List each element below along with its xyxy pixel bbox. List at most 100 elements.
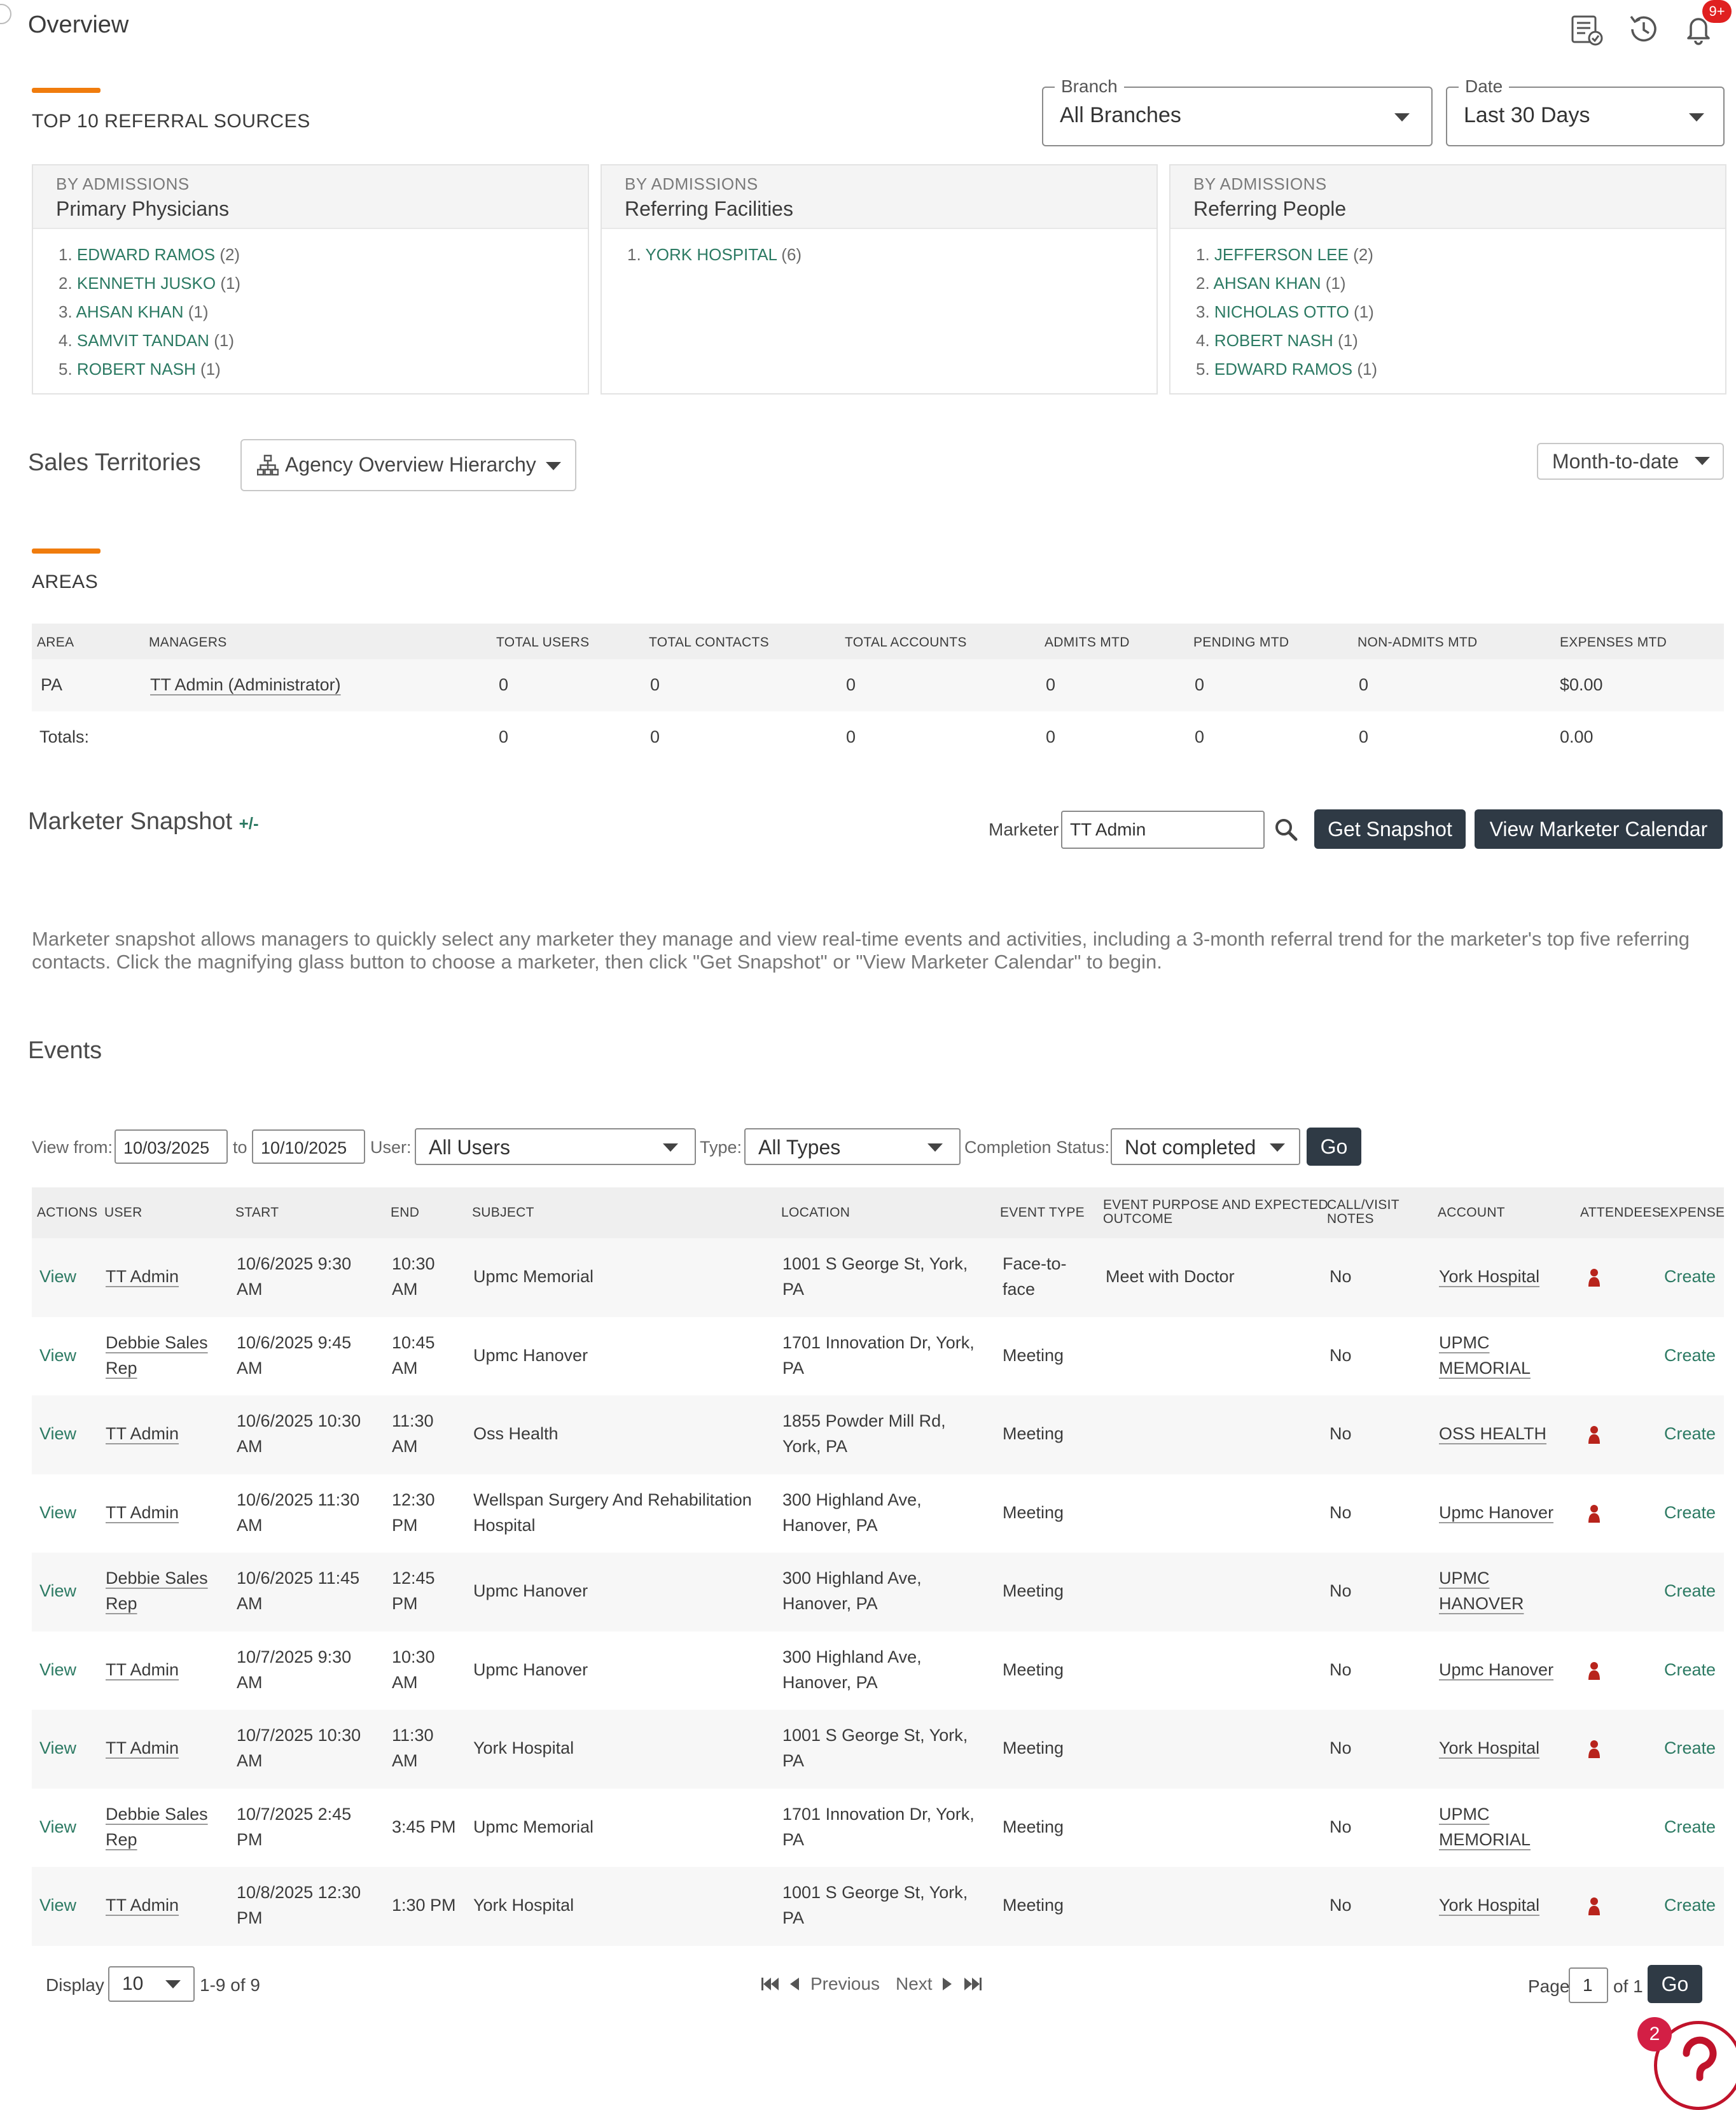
area-link[interactable]: PA xyxy=(41,672,62,697)
account-link[interactable]: UPMC HANOVER xyxy=(1439,1565,1524,1616)
date-select[interactable]: Date Last 30 Days xyxy=(1446,76,1725,146)
account-link-line[interactable]: York Hospital xyxy=(1439,1735,1539,1761)
create-expense-link-line[interactable]: Create xyxy=(1664,1735,1716,1761)
view-link-line[interactable]: View xyxy=(39,1421,76,1446)
attendee-icon[interactable] xyxy=(1588,1268,1601,1287)
account-link-line[interactable]: York Hospital xyxy=(1439,1264,1539,1289)
attendee-icon[interactable] xyxy=(1588,1504,1601,1523)
hierarchy-dropdown[interactable]: Agency Overview Hierarchy xyxy=(240,439,576,491)
referral-link[interactable]: SAMVIT TANDAN xyxy=(77,331,209,350)
account-link-line[interactable]: MEMORIAL xyxy=(1439,1355,1531,1381)
page-go-button[interactable]: Go xyxy=(1648,1965,1702,2003)
view-link-line[interactable]: View xyxy=(39,1264,76,1289)
view-link[interactable]: View xyxy=(39,1264,76,1289)
referral-link[interactable]: AHSAN KHAN xyxy=(76,302,183,321)
get-snapshot-button[interactable]: Get Snapshot xyxy=(1314,809,1466,849)
period-dropdown[interactable]: Month-to-date xyxy=(1537,443,1724,480)
user-link[interactable]: Debbie Sales Rep xyxy=(106,1330,208,1381)
create-expense-link[interactable]: Create xyxy=(1664,1500,1716,1525)
attendee-icon[interactable] xyxy=(1588,1897,1601,1916)
referral-link[interactable]: AHSAN KHAN xyxy=(1213,274,1321,293)
create-expense-link-line[interactable]: Create xyxy=(1664,1814,1716,1840)
next-link[interactable]: Next xyxy=(896,1974,933,1994)
user-link[interactable]: Debbie Sales Rep xyxy=(106,1565,208,1616)
user-link-line[interactable]: TT Admin xyxy=(106,1892,179,1918)
manager-link[interactable]: TT Admin (Administrator) xyxy=(150,672,341,697)
view-link[interactable]: View xyxy=(39,1657,76,1682)
view-link-line[interactable]: View xyxy=(39,1735,76,1761)
view-link[interactable]: View xyxy=(39,1343,76,1368)
last-page-icon[interactable] xyxy=(962,1976,982,1992)
referral-link[interactable]: EDWARD RAMOS xyxy=(1214,360,1352,379)
task-checklist-icon[interactable] xyxy=(1567,10,1606,48)
user-link-line[interactable]: Debbie Sales xyxy=(106,1801,208,1827)
search-icon[interactable] xyxy=(1274,817,1299,842)
create-expense-link[interactable]: Create xyxy=(1664,1735,1716,1761)
create-expense-link[interactable]: Create xyxy=(1664,1343,1716,1368)
first-page-icon[interactable] xyxy=(761,1976,781,1992)
page-input[interactable]: 1 xyxy=(1569,1967,1608,2003)
account-link[interactable]: York Hospital xyxy=(1439,1735,1539,1761)
create-expense-link-line[interactable]: Create xyxy=(1664,1264,1716,1289)
marketer-input[interactable]: TT Admin xyxy=(1061,811,1265,849)
view-link-line[interactable]: View xyxy=(39,1657,76,1682)
attendee-icon[interactable] xyxy=(1588,1740,1601,1759)
referral-link[interactable]: ROBERT NASH xyxy=(77,360,196,379)
account-link[interactable]: York Hospital xyxy=(1439,1264,1539,1289)
previous-page-icon[interactable] xyxy=(788,1976,800,1992)
user-link[interactable]: TT Admin xyxy=(106,1264,179,1289)
create-expense-link[interactable]: Create xyxy=(1664,1657,1716,1682)
referral-link[interactable]: ROBERT NASH xyxy=(1214,331,1333,350)
referral-link[interactable]: YORK HOSPITAL xyxy=(645,245,777,264)
create-expense-link[interactable]: Create xyxy=(1664,1892,1716,1918)
user-link[interactable]: TT Admin xyxy=(106,1892,179,1918)
attendee-icon[interactable] xyxy=(1588,1425,1601,1444)
account-link-line[interactable]: Upmc Hanover xyxy=(1439,1657,1553,1682)
create-expense-link-line[interactable]: Create xyxy=(1664,1892,1716,1918)
account-link-line[interactable]: UPMC xyxy=(1439,1801,1531,1827)
type-select[interactable]: All Types xyxy=(744,1128,961,1165)
user-link[interactable]: TT Admin xyxy=(106,1421,179,1446)
user-link-line[interactable]: TT Admin xyxy=(106,1264,179,1289)
user-link[interactable]: TT Admin xyxy=(106,1657,179,1682)
previous-link[interactable]: Previous xyxy=(810,1974,880,1994)
user-select[interactable]: All Users xyxy=(415,1128,696,1165)
attendee-icon[interactable] xyxy=(1588,1661,1601,1680)
page-size-select[interactable]: 10 xyxy=(108,1966,195,2002)
user-link-line[interactable]: Rep xyxy=(106,1591,208,1616)
account-link-line[interactable]: York Hospital xyxy=(1439,1892,1539,1918)
referral-link[interactable]: EDWARD RAMOS xyxy=(77,245,215,264)
next-page-icon[interactable] xyxy=(941,1976,954,1992)
create-expense-link-line[interactable]: Create xyxy=(1664,1421,1716,1446)
user-link-line[interactable]: Debbie Sales xyxy=(106,1565,208,1591)
create-expense-link[interactable]: Create xyxy=(1664,1421,1716,1446)
create-expense-link-line[interactable]: Create xyxy=(1664,1343,1716,1368)
create-expense-link[interactable]: Create xyxy=(1664,1264,1716,1289)
view-link[interactable]: View xyxy=(39,1735,76,1761)
view-link[interactable]: View xyxy=(39,1421,76,1446)
user-link-line[interactable]: TT Admin xyxy=(106,1421,179,1446)
back-indicator[interactable] xyxy=(0,4,11,24)
to-date-input[interactable]: 10/10/2025 xyxy=(252,1129,365,1164)
branch-select[interactable]: Branch All Branches xyxy=(1042,76,1433,146)
user-link-line[interactable]: Rep xyxy=(106,1827,208,1852)
account-link[interactable]: OSS HEALTH xyxy=(1439,1421,1546,1446)
account-link-line[interactable]: UPMC xyxy=(1439,1330,1531,1355)
view-link-line[interactable]: View xyxy=(39,1578,76,1603)
referral-link[interactable]: JEFFERSON LEE xyxy=(1214,245,1349,264)
create-expense-link-line[interactable]: Create xyxy=(1664,1500,1716,1525)
account-link-line[interactable]: Upmc Hanover xyxy=(1439,1500,1553,1525)
view-link[interactable]: View xyxy=(39,1578,76,1603)
view-link[interactable]: View xyxy=(39,1814,76,1840)
user-link[interactable]: TT Admin xyxy=(106,1735,179,1761)
view-link[interactable]: View xyxy=(39,1892,76,1918)
account-link-line[interactable]: MEMORIAL xyxy=(1439,1827,1531,1852)
user-link-line[interactable]: Rep xyxy=(106,1355,208,1381)
account-link[interactable]: York Hospital xyxy=(1439,1892,1539,1918)
account-link-line[interactable]: OSS HEALTH xyxy=(1439,1421,1546,1446)
account-link[interactable]: Upmc Hanover xyxy=(1439,1500,1553,1525)
create-expense-link-line[interactable]: Create xyxy=(1664,1657,1716,1682)
view-link-line[interactable]: View xyxy=(39,1343,76,1368)
view-link-line[interactable]: View xyxy=(39,1500,76,1525)
user-link-line[interactable]: TT Admin xyxy=(106,1735,179,1761)
